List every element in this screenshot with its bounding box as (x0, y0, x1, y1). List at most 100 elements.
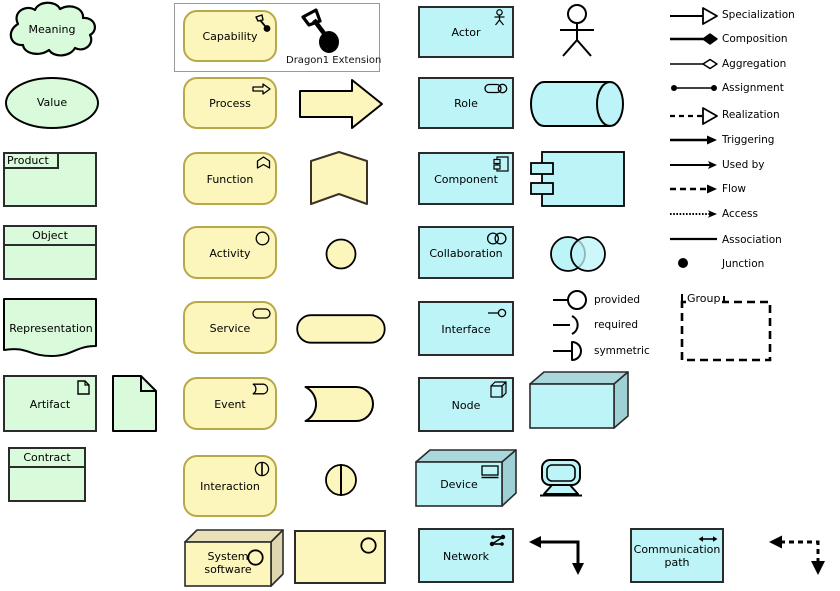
element-collaboration-alt[interactable] (550, 235, 606, 273)
monitor-icon (481, 465, 499, 479)
element-service[interactable]: Service (183, 301, 277, 354)
event-icon (252, 383, 271, 395)
interface-variant-required[interactable] (552, 313, 590, 337)
relation-realization[interactable] (670, 106, 718, 126)
circle-icon (360, 537, 377, 554)
interface-variant-symmetric[interactable] (552, 339, 590, 363)
relation-association-label: Association (722, 234, 782, 246)
element-artifact-alt[interactable] (112, 375, 158, 432)
component-icon (493, 156, 509, 172)
relation-junction[interactable] (670, 256, 718, 270)
relation-access-label: Access (722, 208, 758, 220)
relation-specialization-label: Specialization (722, 9, 795, 21)
element-service-alt[interactable] (296, 314, 386, 344)
element-product[interactable]: Product (3, 152, 97, 207)
element-network[interactable]: Network (418, 528, 514, 583)
element-interaction-alt[interactable] (325, 462, 357, 498)
element-representation[interactable]: Representation (3, 298, 99, 360)
role-icon (484, 83, 508, 94)
element-system-software-alt[interactable] (294, 530, 386, 584)
element-label: Representation (9, 322, 93, 335)
element-label: Device (440, 478, 478, 491)
relation-flow[interactable] (670, 182, 718, 196)
split-circle-icon (254, 461, 270, 477)
element-label: Value (36, 96, 68, 109)
relation-triggering-label: Triggering (722, 134, 775, 146)
element-label: Event (214, 398, 246, 411)
relation-assignment[interactable] (670, 81, 718, 95)
element-collaboration[interactable]: Collaboration (418, 226, 514, 279)
element-label: Interface (441, 323, 491, 336)
relation-used-by-label: Used by (722, 159, 765, 171)
interface-variant-symmetric-label: symmetric (594, 345, 650, 357)
rounded-bar-icon (252, 308, 271, 319)
element-label: Capability (202, 30, 258, 43)
document-icon (77, 380, 90, 395)
shovel-icon-large (300, 8, 342, 56)
element-label: Activity (209, 247, 251, 260)
element-label: Meaning (28, 23, 76, 36)
element-contract[interactable]: Contract (8, 447, 86, 502)
chevron-icon (256, 156, 271, 170)
relation-composition[interactable] (670, 31, 718, 47)
element-device[interactable]: Device (414, 448, 520, 508)
element-node[interactable]: Node (418, 377, 514, 432)
element-label: Component (434, 173, 498, 186)
element-component-alt[interactable] (530, 151, 626, 207)
element-event[interactable]: Event (183, 377, 277, 430)
element-object[interactable]: Object (3, 225, 97, 280)
relation-association[interactable] (670, 233, 718, 245)
relation-access[interactable] (670, 207, 718, 221)
relation-used-by[interactable] (670, 158, 718, 172)
element-label: Product (7, 154, 49, 167)
relation-composition-label: Composition (722, 33, 788, 45)
relation-realization-label: Realization (722, 109, 780, 121)
relation-junction-label: Junction (722, 258, 765, 270)
element-network-alt (528, 530, 592, 578)
element-process[interactable]: Process (183, 77, 277, 129)
actor-icon (493, 9, 506, 26)
element-event-alt[interactable] (304, 385, 378, 423)
element-activity[interactable]: Activity (183, 226, 277, 279)
element-communication-path-alt (768, 530, 832, 578)
lollipop-icon (487, 308, 507, 318)
relation-aggregation[interactable] (670, 56, 718, 72)
element-component[interactable]: Component (418, 152, 514, 205)
element-actor-alt (552, 4, 602, 58)
element-group[interactable]: Group (680, 292, 772, 362)
element-activity-alt[interactable] (325, 238, 357, 270)
element-capability[interactable]: Capability (183, 10, 277, 62)
element-interface[interactable]: Interface (418, 301, 514, 356)
relation-specialization[interactable] (670, 6, 718, 26)
element-artifact[interactable]: Artifact (3, 375, 97, 432)
element-interaction[interactable]: Interaction (183, 455, 277, 517)
element-label: Artifact (29, 398, 71, 411)
element-label: Process (209, 97, 251, 110)
cube-icon (490, 381, 508, 398)
element-label: Object (32, 229, 68, 242)
relation-triggering[interactable] (670, 133, 718, 147)
element-label: Group (686, 292, 722, 305)
element-label: System software (204, 550, 252, 576)
relation-aggregation-label: Aggregation (722, 58, 787, 70)
two-circles-icon (486, 232, 508, 245)
element-label: Collaboration (429, 247, 503, 260)
element-role[interactable]: Role (418, 77, 514, 129)
element-node-alt[interactable] (528, 370, 630, 432)
element-system-software[interactable]: System software (183, 528, 287, 588)
element-meaning[interactable]: Meaning (2, 1, 102, 60)
extension-caption: Dragon1 Extension (286, 55, 382, 66)
element-process-alt[interactable] (298, 78, 384, 130)
circle-icon (255, 231, 270, 246)
element-function[interactable]: Function (183, 152, 277, 205)
element-communication-path[interactable]: Communication path (630, 528, 724, 583)
interface-variant-required-label: required (594, 319, 638, 331)
relation-assignment-label: Assignment (722, 82, 784, 94)
element-label: Service (209, 322, 251, 335)
element-function-alt[interactable] (309, 151, 369, 206)
element-value[interactable]: Value (4, 76, 100, 130)
relation-flow-label: Flow (722, 183, 746, 195)
element-actor[interactable]: Actor (418, 6, 514, 58)
interface-variant-provided[interactable] (552, 288, 590, 312)
element-role-alt[interactable] (530, 80, 626, 128)
